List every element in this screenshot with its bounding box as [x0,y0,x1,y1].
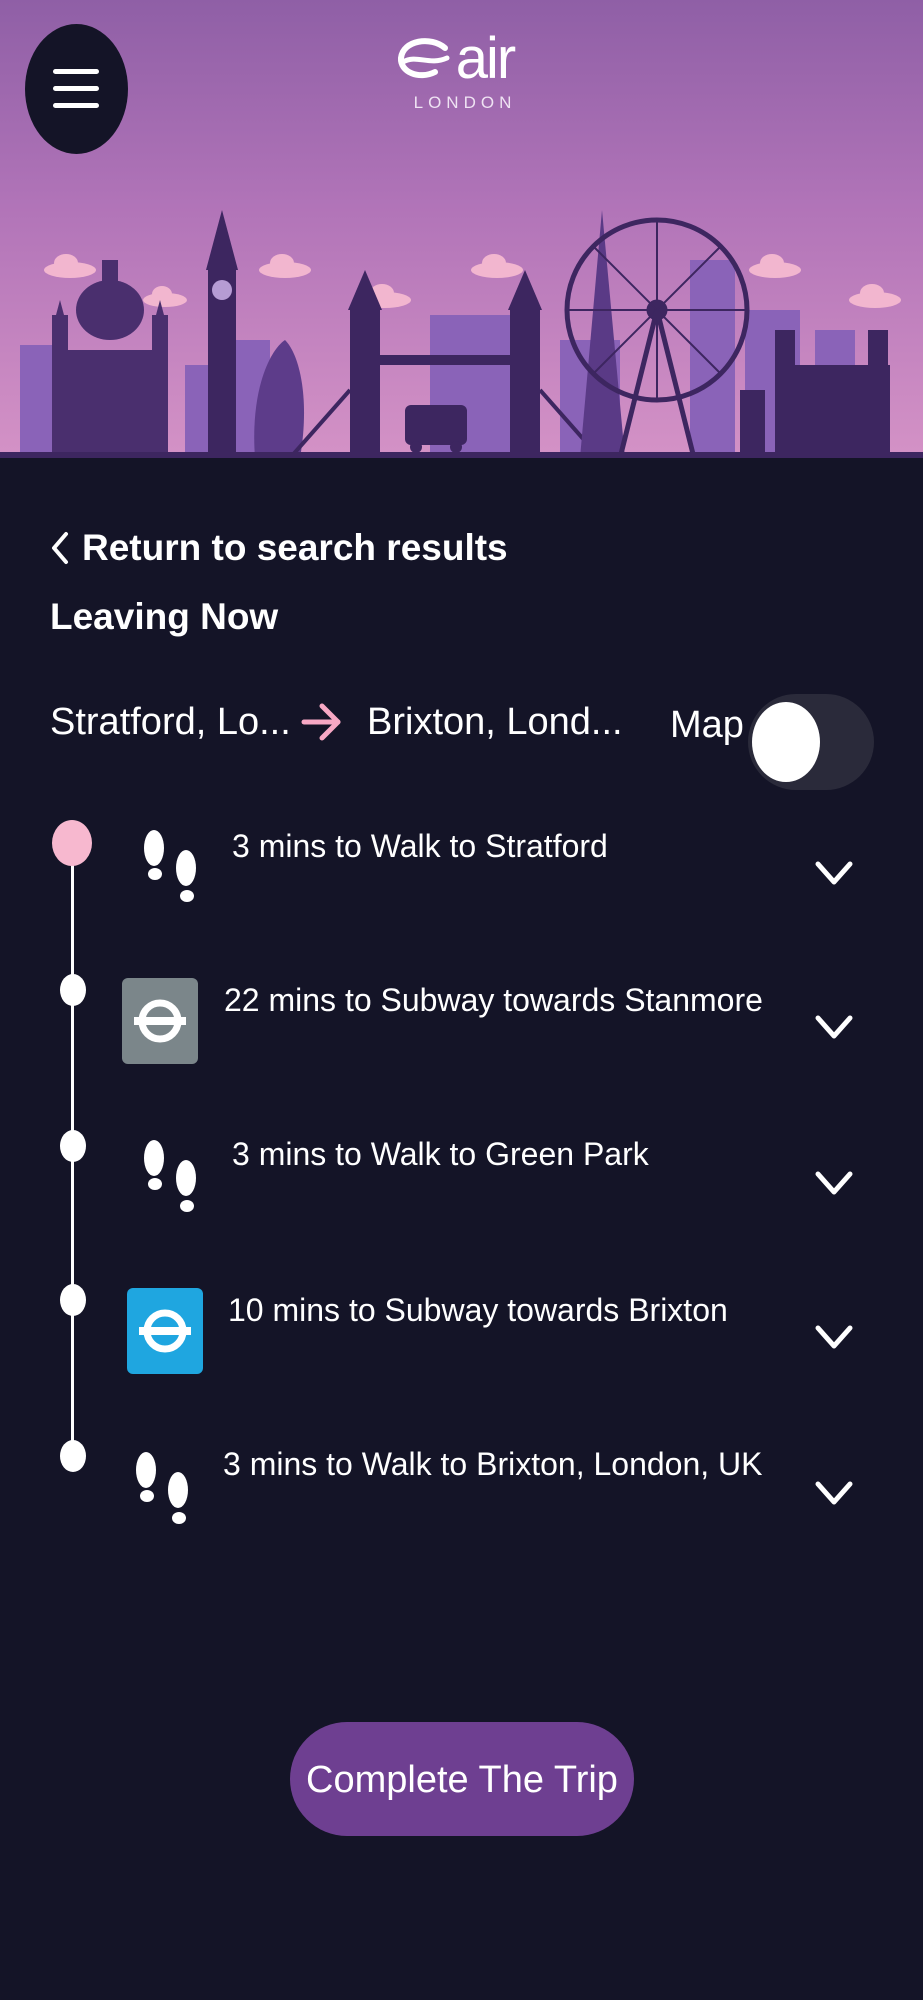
chevron-down-icon[interactable] [814,1478,854,1510]
london-skyline-illustration [0,210,923,458]
back-link-label: Return to search results [82,527,508,568]
chevron-down-icon[interactable] [814,1012,854,1044]
journey-step[interactable]: 10 mins to Subway towards Brixton [0,1286,923,1406]
step-description: 10 mins to Subway towards Brixton [228,1292,728,1328]
footsteps-icon [144,1140,196,1212]
footsteps-icon [136,1452,188,1524]
roundel-shape [139,1309,191,1353]
chevron-down-icon[interactable] [814,1322,854,1354]
step-description: 3 mins to Walk to Brixton, London, UK [223,1446,763,1482]
map-toggle[interactable] [748,694,874,790]
map-toggle-label: Map [670,704,744,746]
logo-subtitle: LONDON [413,93,517,112]
departure-time-label: Leaving Now [50,596,279,637]
arrow-right-icon [301,703,341,741]
journey-step[interactable]: 3 mins to Walk to Green Park [0,1130,923,1250]
chevron-down-icon[interactable] [814,1168,854,1200]
roundel-shape [134,999,186,1043]
header-banner: air LONDON [0,0,923,458]
route-origin: Stratford, Lo... [50,701,291,743]
step-description: 3 mins to Walk to Green Park [232,1136,649,1172]
underground-roundel-icon [122,978,198,1064]
hamburger-icon-bar [53,86,99,91]
journey-step[interactable]: 3 mins to Walk to Brixton, London, UK [0,1440,923,1560]
route-destination: Brixton, Lond... [367,701,623,743]
underground-roundel-icon [127,1288,203,1374]
logo-wordmark: air [455,26,516,91]
hamburger-icon [53,69,99,74]
journey-step[interactable]: 22 mins to Subway towards Stanmore [0,976,923,1096]
footsteps-icon [144,830,196,902]
toggle-knob [752,702,820,782]
journey-step[interactable]: 3 mins to Walk to Stratford [0,820,923,940]
app-logo: air LONDON [395,28,535,118]
chevron-left-icon [52,532,68,564]
step-description: 3 mins to Walk to Stratford [232,828,608,864]
back-to-results-link[interactable]: Return to search results [48,520,508,576]
complete-trip-button[interactable]: Complete The Trip [290,1722,634,1836]
chevron-down-icon[interactable] [814,858,854,890]
step-description: 22 mins to Subway towards Stanmore [224,982,763,1018]
menu-button[interactable] [25,24,128,154]
hamburger-icon-bar [53,103,99,108]
